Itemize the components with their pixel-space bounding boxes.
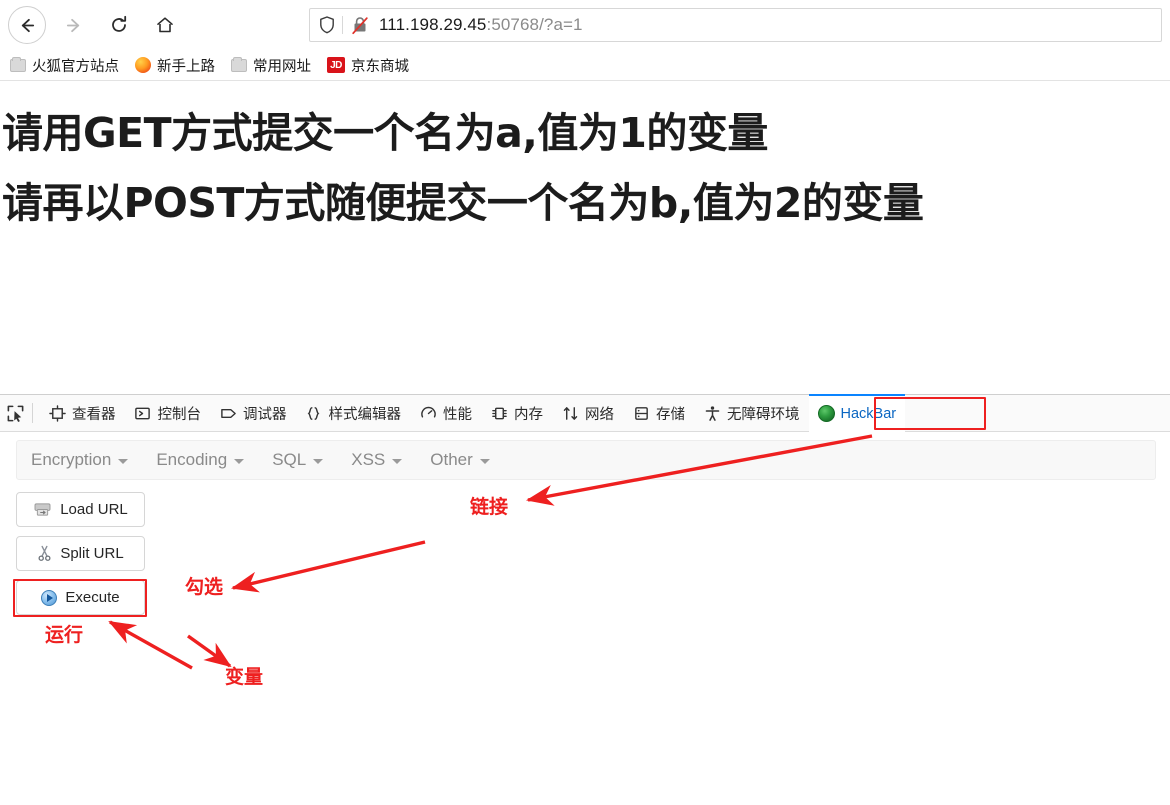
url-rest: :50768/?a=1 xyxy=(486,15,583,34)
element-picker-icon[interactable] xyxy=(0,394,30,432)
bookmarks-bar: 火狐官方站点 新手上路 常用网址 JD 京东商城 xyxy=(0,50,1170,80)
devtools-tab-network[interactable]: 网络 xyxy=(552,395,623,432)
button-label: Load URL xyxy=(60,501,128,518)
back-arrow-icon xyxy=(21,18,34,32)
menu-label: Encoding xyxy=(156,450,228,469)
devtools-toolbar: 查看器 控制台 调试器 样式编辑器 性能 内存 网络 存储 无障碍环境 Hack… xyxy=(0,393,1170,432)
urlbar-divider xyxy=(342,16,343,34)
menu-xss[interactable]: XSS xyxy=(351,450,403,470)
tab-label: 调试器 xyxy=(243,406,287,423)
browser-window: 111.198.29.45:50768/?a=1 火狐官方站点 新手上路 常用网… xyxy=(0,0,1170,805)
bookmark-item[interactable]: JD 京东商城 xyxy=(327,55,409,76)
highlight-execute-button xyxy=(13,579,147,617)
devtools-tab-console[interactable]: 控制台 xyxy=(125,395,211,432)
performance-icon xyxy=(419,404,437,422)
folder-icon xyxy=(10,56,26,72)
button-label: Split URL xyxy=(60,545,124,562)
chevron-down-icon xyxy=(479,459,490,464)
scissors-icon xyxy=(37,545,52,562)
bookmark-item[interactable]: 新手上路 xyxy=(135,55,215,76)
tab-label: 性能 xyxy=(443,406,472,423)
home-button[interactable] xyxy=(148,8,182,42)
back-button[interactable] xyxy=(8,6,46,44)
menu-sql[interactable]: SQL xyxy=(272,450,324,470)
bookmark-label: 新手上路 xyxy=(157,58,215,75)
console-icon xyxy=(134,404,152,422)
menu-label: XSS xyxy=(351,450,386,469)
style-editor-icon xyxy=(305,404,323,422)
bookmark-item[interactable]: 火狐官方站点 xyxy=(10,55,119,76)
toolbar-divider xyxy=(32,403,33,423)
tab-label: 网络 xyxy=(585,406,614,423)
hackbar-panel: Encryption Encoding SQL XSS Other Load U… xyxy=(0,432,1170,805)
crossed-out-lock-icon[interactable] xyxy=(351,15,369,35)
menu-encryption[interactable]: Encryption xyxy=(31,450,129,470)
chevron-down-icon xyxy=(313,459,324,464)
page-heading-line1: 请用GET方式提交一个名为a,值为1的变量 xyxy=(2,109,768,157)
forward-button[interactable] xyxy=(56,8,90,42)
page-heading-line2: 请再以POST方式随便提交一个名为b,值为2的变量 xyxy=(2,179,924,227)
tab-label: 样式编辑器 xyxy=(328,406,402,423)
accessibility-icon xyxy=(703,404,721,422)
menu-encoding[interactable]: Encoding xyxy=(156,450,245,470)
devtools-tab-memory[interactable]: 内存 xyxy=(481,395,552,432)
bookmark-item[interactable]: 常用网址 xyxy=(231,55,311,76)
tab-label: 控制台 xyxy=(157,406,202,423)
bookmark-label: 火狐官方站点 xyxy=(32,58,119,75)
reload-icon xyxy=(112,15,127,32)
split-url-button[interactable]: Split URL xyxy=(16,536,145,571)
menu-label: SQL xyxy=(272,450,307,469)
chevron-down-icon xyxy=(118,459,129,464)
annotation-run: 运行 xyxy=(45,624,84,646)
tab-label: 存储 xyxy=(656,406,685,423)
hackbar-menubar: Encryption Encoding SQL XSS Other xyxy=(16,440,1156,480)
tab-label: 无障碍环境 xyxy=(727,406,800,423)
tab-label: 内存 xyxy=(514,406,543,423)
menu-label: Encryption xyxy=(31,450,112,469)
url-bar[interactable]: 111.198.29.45:50768/?a=1 xyxy=(309,8,1162,42)
menu-other[interactable]: Other xyxy=(430,450,490,470)
inspector-icon xyxy=(48,404,66,422)
firefox-icon xyxy=(135,57,151,73)
devtools-tab-storage[interactable]: 存储 xyxy=(623,395,694,432)
bookmark-label: 常用网址 xyxy=(253,58,311,75)
folder-icon xyxy=(231,56,247,72)
url-host: 111.198.29.45 xyxy=(379,15,487,34)
forward-arrow-icon xyxy=(66,18,79,32)
tab-label: 查看器 xyxy=(72,406,116,423)
reload-button[interactable] xyxy=(102,8,136,42)
load-url-button[interactable]: Load URL xyxy=(16,492,145,527)
devtools-tab-debugger[interactable]: 调试器 xyxy=(210,395,296,432)
url-text: 111.198.29.45:50768/?a=1 xyxy=(379,15,583,35)
storage-icon xyxy=(632,404,650,422)
load-url-icon xyxy=(33,502,52,517)
home-icon xyxy=(157,17,173,33)
menu-label: Other xyxy=(430,450,473,469)
network-icon xyxy=(561,404,579,422)
debugger-icon xyxy=(219,404,237,422)
hackbar-icon xyxy=(817,405,835,422)
devtools-tab-style-editor[interactable]: 样式编辑器 xyxy=(296,395,411,432)
navigation-toolbar: 111.198.29.45:50768/?a=1 xyxy=(0,0,1170,50)
jd-icon: JD xyxy=(327,57,345,73)
page-content: 请用GET方式提交一个名为a,值为1的变量 请再以POST方式随便提交一个名为b… xyxy=(0,81,1170,390)
highlight-hackbar-tab xyxy=(874,397,986,430)
devtools-tab-inspector[interactable]: 查看器 xyxy=(39,395,125,432)
memory-icon xyxy=(490,404,508,422)
annotation-check: 勾选 xyxy=(185,576,224,598)
chevron-down-icon xyxy=(234,459,245,464)
chevron-down-icon xyxy=(392,459,403,464)
bookmark-label: 京东商城 xyxy=(351,58,409,75)
annotation-var: 变量 xyxy=(225,666,264,688)
devtools-tab-performance[interactable]: 性能 xyxy=(410,395,481,432)
devtools-tab-accessibility[interactable]: 无障碍环境 xyxy=(694,395,809,432)
annotation-link: 链接 xyxy=(470,496,509,518)
shield-icon[interactable] xyxy=(318,15,336,35)
